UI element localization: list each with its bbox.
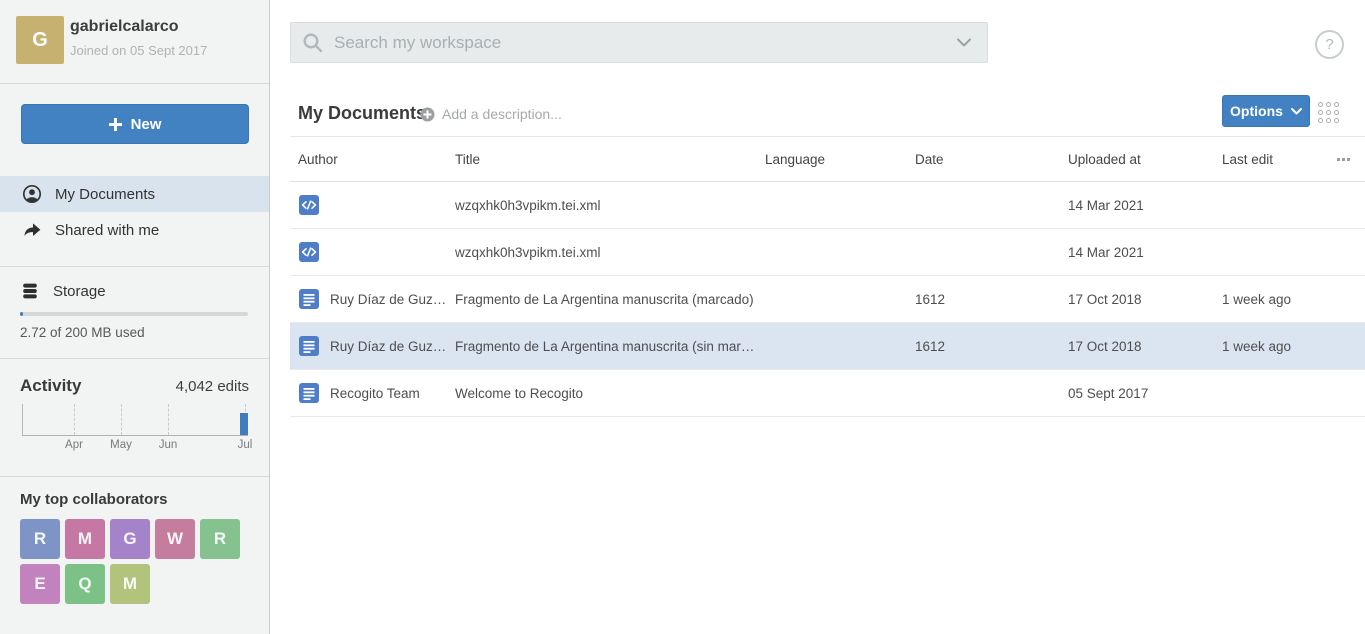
text-document-icon bbox=[299, 383, 319, 403]
cell-uploaded-at: 14 Mar 2021 bbox=[1068, 229, 1144, 276]
chart-gridline bbox=[121, 404, 122, 435]
new-button[interactable]: New bbox=[21, 104, 249, 144]
avatar: G bbox=[16, 16, 64, 64]
cell-title: wzqxhk0h3vpikm.tei.xml bbox=[455, 229, 601, 276]
storage-progress-fill bbox=[20, 312, 23, 316]
cell-uploaded-at: 14 Mar 2021 bbox=[1068, 182, 1144, 229]
column-header-language[interactable]: Language bbox=[765, 137, 825, 182]
add-description-label: Add a description... bbox=[442, 106, 562, 122]
collaborator-avatar[interactable]: R bbox=[20, 519, 60, 559]
table-row[interactable]: wzqxhk0h3vpikm.tei.xml 14 Mar 2021 bbox=[290, 182, 1365, 229]
column-settings-menu-icon[interactable] bbox=[1337, 158, 1350, 161]
cell-author: Ruy Díaz de Guz… bbox=[330, 276, 446, 323]
activity-edits-count: 4,042 edits bbox=[176, 378, 249, 395]
collaborator-avatar[interactable]: G bbox=[110, 519, 150, 559]
storage-progress-bar bbox=[20, 312, 248, 316]
collaborator-avatar[interactable]: W bbox=[155, 519, 195, 559]
cell-author: Ruy Díaz de Guz… bbox=[330, 323, 446, 370]
cell-title: Fragmento de La Argentina manuscrita (ma… bbox=[455, 276, 754, 323]
activity-bar-jul bbox=[240, 413, 248, 435]
share-arrow-icon bbox=[22, 220, 42, 240]
cell-uploaded-at: 17 Oct 2018 bbox=[1068, 276, 1142, 323]
add-description-button[interactable]: Add a description... bbox=[420, 106, 562, 122]
table-row[interactable]: Ruy Díaz de Guz… Fragmento de La Argenti… bbox=[290, 276, 1365, 323]
user-circle-icon bbox=[22, 184, 42, 204]
collaborator-avatar[interactable]: Q bbox=[65, 564, 105, 604]
table-header-row: Author Title Language Date Uploaded at L… bbox=[290, 137, 1365, 182]
storage-usage-text: 2.72 of 200 MB used bbox=[20, 325, 249, 340]
collaborators-title: My top collaborators bbox=[20, 491, 249, 508]
profile-section: G gabrielcalarco Joined on 05 Sept 2017 bbox=[0, 0, 269, 84]
sidebar: G gabrielcalarco Joined on 05 Sept 2017 … bbox=[0, 0, 270, 634]
storage-title: Storage bbox=[53, 283, 106, 300]
database-icon bbox=[20, 281, 40, 301]
cell-date: 1612 bbox=[915, 323, 945, 370]
help-button[interactable]: ? bbox=[1315, 30, 1344, 59]
new-button-label: New bbox=[131, 116, 162, 133]
column-header-title[interactable]: Title bbox=[455, 137, 480, 182]
cell-author: Recogito Team bbox=[330, 370, 420, 417]
chevron-down-icon bbox=[957, 38, 971, 47]
page-header: My Documents Add a description... Option… bbox=[271, 90, 1365, 137]
main-area: ? My Documents Add a description... Opti… bbox=[271, 0, 1365, 634]
cell-last-edit: 1 week ago bbox=[1222, 276, 1291, 323]
layout-grid-toggle[interactable] bbox=[1318, 99, 1344, 125]
documents-table: Author Title Language Date Uploaded at L… bbox=[271, 137, 1365, 417]
chevron-down-icon bbox=[1291, 108, 1302, 115]
collaborator-avatar[interactable]: M bbox=[110, 564, 150, 604]
search-bar bbox=[290, 22, 988, 63]
question-mark-icon: ? bbox=[1325, 36, 1333, 53]
chart-tick-label: Jul bbox=[238, 439, 253, 451]
chart-gridline bbox=[74, 404, 75, 435]
cell-uploaded-at: 17 Oct 2018 bbox=[1068, 323, 1142, 370]
cell-title: wzqxhk0h3vpikm.tei.xml bbox=[455, 182, 601, 229]
code-file-icon bbox=[299, 242, 319, 262]
chart-gridline bbox=[168, 404, 169, 435]
sidebar-item-my-documents[interactable]: My Documents bbox=[0, 176, 269, 212]
collaborator-avatar[interactable]: E bbox=[20, 564, 60, 604]
sidebar-item-label: My Documents bbox=[55, 186, 155, 203]
cell-date: 1612 bbox=[915, 276, 945, 323]
chart-axis bbox=[22, 404, 23, 435]
text-document-icon bbox=[299, 289, 319, 309]
chart-tick-label: May bbox=[110, 439, 132, 451]
search-scope-toggle[interactable] bbox=[941, 38, 987, 47]
username: gabrielcalarco bbox=[70, 18, 179, 36]
options-button-label: Options bbox=[1230, 103, 1283, 119]
storage-section: Storage 2.72 of 200 MB used bbox=[0, 267, 269, 358]
column-header-last-edit[interactable]: Last edit bbox=[1222, 137, 1273, 182]
chart-tick-label: Apr bbox=[65, 439, 83, 451]
collaborator-avatar[interactable]: M bbox=[65, 519, 105, 559]
cell-title: Welcome to Recogito bbox=[455, 370, 583, 417]
chart-tick-label: Jun bbox=[159, 439, 178, 451]
text-document-icon bbox=[299, 336, 319, 356]
cell-uploaded-at: 05 Sept 2017 bbox=[1068, 370, 1148, 417]
cell-last-edit: 1 week ago bbox=[1222, 323, 1291, 370]
cell-title: Fragmento de La Argentina manuscrita (si… bbox=[455, 323, 754, 370]
table-row[interactable]: Recogito Team Welcome to Recogito 05 Sep… bbox=[290, 370, 1365, 417]
collaborator-avatar[interactable]: R bbox=[200, 519, 240, 559]
column-header-uploaded-at[interactable]: Uploaded at bbox=[1068, 137, 1141, 182]
sidebar-item-shared-with-me[interactable]: Shared with me bbox=[0, 212, 269, 248]
column-header-date[interactable]: Date bbox=[915, 137, 944, 182]
activity-section: Activity 4,042 edits Apr May Jun Jul bbox=[0, 359, 269, 476]
search-input[interactable] bbox=[334, 33, 941, 53]
collaborators-section: My top collaborators R M G W R E Q M bbox=[0, 477, 269, 604]
activity-title: Activity bbox=[20, 376, 81, 396]
plus-icon bbox=[109, 118, 122, 131]
joined-date: Joined on 05 Sept 2017 bbox=[70, 43, 207, 58]
table-row-selected[interactable]: Ruy Díaz de Guz… Fragmento de La Argenti… bbox=[290, 323, 1365, 370]
column-header-author[interactable]: Author bbox=[298, 137, 338, 182]
page-title: My Documents bbox=[298, 103, 426, 124]
sidebar-item-label: Shared with me bbox=[55, 222, 159, 239]
search-icon bbox=[302, 32, 324, 54]
plus-circle-icon bbox=[420, 107, 435, 122]
table-row[interactable]: wzqxhk0h3vpikm.tei.xml 14 Mar 2021 bbox=[290, 229, 1365, 276]
options-button[interactable]: Options bbox=[1222, 95, 1310, 127]
code-file-icon bbox=[299, 195, 319, 215]
activity-chart bbox=[22, 404, 248, 436]
